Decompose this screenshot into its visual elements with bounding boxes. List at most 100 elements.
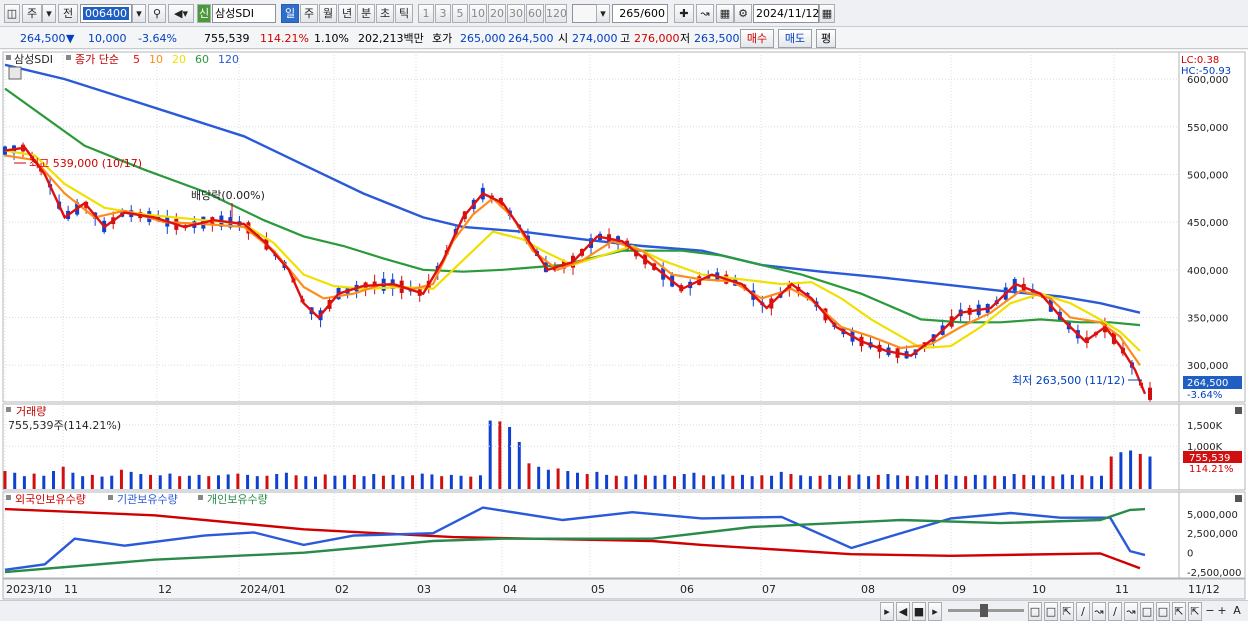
zoom-in-icon[interactable]: + — [1216, 602, 1228, 621]
volume-bar — [158, 475, 162, 489]
play-icon[interactable]: ▸ — [880, 602, 894, 621]
volume-bar — [750, 476, 754, 489]
interval-button-6[interactable]: 60 — [526, 4, 544, 23]
zoom-area-icon[interactable]: □ — [1044, 602, 1058, 621]
volume-bar — [71, 472, 75, 489]
volume-bar — [440, 476, 444, 489]
volume-close-icon[interactable] — [1235, 407, 1242, 414]
ma-legend-10: 10 — [149, 53, 163, 66]
lc-label: LC:0.38 — [1181, 55, 1219, 66]
calculator-icon[interactable] — [8, 66, 22, 80]
volume-menu-icon[interactable] — [6, 407, 11, 412]
buy-button[interactable]: 매수 — [740, 29, 774, 48]
stop-icon[interactable]: ■ — [912, 602, 926, 621]
volume-bar — [216, 475, 220, 489]
chevron-down-icon[interactable]: ▾ — [42, 4, 56, 23]
period-button-6[interactable]: 틱 — [395, 4, 413, 23]
volume-bar — [61, 466, 65, 489]
ma-menu-icon[interactable] — [66, 55, 71, 60]
period-button-2[interactable]: 월 — [319, 4, 337, 23]
scroll-thumb[interactable] — [980, 604, 988, 617]
change-tag-label: -3.64% — [1187, 390, 1222, 401]
trend-tool-icon[interactable]: ↝ — [1092, 602, 1106, 621]
ma-legend-title: 종가 단순 — [75, 53, 119, 66]
magnet-icon[interactable]: ⇱ — [1172, 602, 1186, 621]
type-select[interactable]: 주 — [22, 4, 42, 23]
low-price: 263,500 — [694, 32, 740, 45]
x-label-10: 08 — [861, 583, 875, 596]
crosshair-icon[interactable]: ✚ — [674, 4, 694, 23]
holding-legend-square-2 — [198, 495, 203, 500]
gear-icon[interactable]: ⚙ — [734, 4, 752, 23]
current-price: 264,500 — [20, 32, 66, 45]
zoom-out-icon[interactable]: − — [1204, 602, 1216, 621]
volume-bar — [828, 474, 832, 489]
holding-legend: 외국인보유수량 기관보유수량 개인보유수량 — [6, 493, 268, 506]
chart-area[interactable]: 삼성SDI 종가 단순 5 10 20 60 120 LC:0.38 HC:-50.93… — [0, 50, 1248, 621]
volume-bar — [236, 473, 240, 489]
period-button-0[interactable]: 일 — [281, 4, 299, 23]
volume-bar — [1129, 450, 1133, 489]
ma-legend-120: 120 — [218, 53, 239, 66]
volume-bar — [964, 476, 968, 489]
calendar-icon[interactable]: ▦ — [819, 4, 835, 23]
save-icon[interactable]: ▦ — [716, 4, 734, 23]
line-tool-icon[interactable]: ∕ — [1076, 602, 1090, 621]
pattern-tool-icon[interactable]: ↝ — [1124, 602, 1138, 621]
sell-button[interactable]: 매도 — [778, 29, 812, 48]
stock-name-field[interactable]: 삼성SDI — [212, 4, 276, 23]
interval-button-5[interactable]: 30 — [507, 4, 525, 23]
interval-button-7[interactable]: 120 — [545, 4, 567, 23]
ma-legend-60: 60 — [195, 53, 209, 66]
price-tick-2: 500,000 — [1187, 170, 1228, 181]
interval-dropdown-icon[interactable]: ▾ — [596, 4, 610, 23]
eval-button[interactable]: 평 — [816, 29, 836, 48]
auto-scale-icon[interactable]: A — [1230, 602, 1244, 621]
interval-button-4[interactable]: 20 — [488, 4, 506, 23]
rewind-icon[interactable]: ◀ — [896, 602, 910, 621]
date-input[interactable]: 2024/11/12 — [753, 4, 819, 23]
volume-bar — [847, 475, 851, 489]
prefix-button[interactable]: 전 — [58, 4, 78, 23]
stock-chart[interactable]: 삼성SDI 종가 단순 5 10 20 60 120 LC:0.38 HC:-50.93… — [0, 50, 1248, 600]
window-icon[interactable]: ◫ — [4, 4, 20, 23]
high-label: 고 — [620, 32, 631, 45]
volume-bar — [197, 474, 201, 489]
code-dropdown-icon[interactable]: ▾ — [132, 4, 146, 23]
cursor-icon[interactable]: ⇱ — [1060, 602, 1074, 621]
volume-ratio: 114.21% — [260, 32, 309, 45]
period-button-3[interactable]: 년 — [338, 4, 356, 23]
zoom-box-icon[interactable]: □ — [1028, 602, 1042, 621]
period-button-5[interactable]: 초 — [376, 4, 394, 23]
count-input[interactable]: 265/600 — [612, 4, 668, 23]
draw-tool-icon[interactable]: ∕ — [1108, 602, 1122, 621]
forward-icon[interactable]: ▸ — [928, 602, 942, 621]
volume-bar — [682, 474, 686, 489]
period-button-1[interactable]: 주 — [300, 4, 318, 23]
interval-button-1[interactable]: 3 — [435, 4, 451, 23]
interval-button-0[interactable]: 1 — [418, 4, 434, 23]
holding-legend-2: 개인보유수량 — [207, 493, 268, 506]
search-icon[interactable]: ⚲ — [148, 4, 166, 23]
volume-bar — [139, 474, 143, 489]
interval-button-3[interactable]: 10 — [469, 4, 487, 23]
code-input[interactable]: 006400 — [80, 4, 132, 23]
erase-icon[interactable]: □ — [1156, 602, 1170, 621]
volume-bar — [508, 426, 512, 489]
fibonacci-icon[interactable]: □ — [1140, 602, 1154, 621]
x-axis-bar — [2, 578, 1246, 600]
volume-bar — [187, 475, 191, 489]
x-axis-end-label: 11/12 — [1188, 583, 1220, 596]
volume-bar — [1012, 474, 1016, 489]
holding-close-icon[interactable] — [1235, 495, 1242, 502]
speaker-icon[interactable]: ◀▾ — [168, 4, 194, 23]
volume-bar — [537, 466, 541, 489]
code-value: 006400 — [83, 7, 129, 20]
interval-button-2[interactable]: 5 — [452, 4, 468, 23]
chart-tools-icon[interactable]: ↝ — [696, 4, 714, 23]
period-button-4[interactable]: 분 — [357, 4, 375, 23]
high-price: 276,000 — [634, 32, 680, 45]
panel-menu-icon[interactable] — [6, 55, 11, 60]
pointer-icon[interactable]: ⇱ — [1188, 602, 1202, 621]
price-tick-4: 400,000 — [1187, 266, 1228, 277]
